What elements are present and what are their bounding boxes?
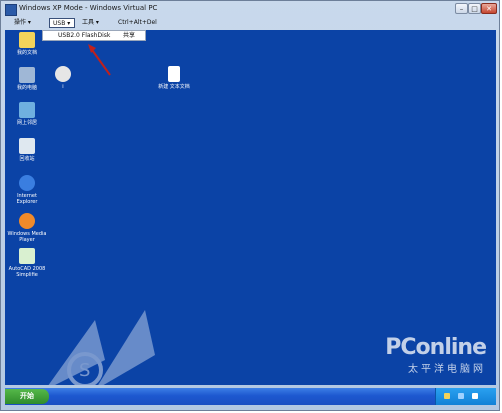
app-icon — [5, 4, 17, 16]
brand-line1: PConline — [385, 335, 487, 360]
menu-tools-label: 工具 — [82, 19, 95, 26]
desktop: 我的文档 我的电脑 网上邻居 回收站 Internet Explorer Win… — [5, 30, 496, 385]
icon-label: 网上邻居 — [16, 120, 37, 126]
brand-line2: 太平洋电脑网 — [408, 364, 486, 375]
red-arrow-icon — [88, 44, 111, 76]
usb-menu-flashdisk[interactable]: USB2.0 FlashDisk — [58, 32, 110, 40]
icon-label: Internet Explorer — [16, 193, 38, 205]
desktop-icon-ie[interactable]: Internet Explorer — [7, 175, 47, 205]
desktop-icon-network[interactable]: 网上邻居 — [7, 102, 47, 126]
icon-label: i — [62, 84, 64, 90]
vm-window: Windows XP Mode - Windows Virtual PC – □… — [0, 0, 500, 411]
icon-label: 我的文档 — [16, 50, 37, 56]
tray-icon[interactable] — [472, 393, 478, 399]
maximize-button[interactable]: □ — [468, 3, 481, 14]
taskbar: 开始 — [5, 388, 496, 405]
usb-menu-share[interactable]: 共享 — [123, 32, 135, 40]
icon-label: 新建 文本文档 — [158, 84, 190, 90]
title-bar: Windows XP Mode - Windows Virtual PC – □… — [1, 1, 499, 17]
minimize-button[interactable]: – — [455, 3, 468, 14]
tray-icon[interactable] — [444, 393, 450, 399]
network-icon — [19, 102, 35, 118]
desktop-icon-my-computer[interactable]: 我的电脑 — [7, 67, 47, 91]
icon-label: 我的电脑 — [16, 85, 37, 91]
desktop-icon-wmp[interactable]: Windows Media Player — [7, 213, 47, 243]
desktop-icon-recycle-bin[interactable]: 回收站 — [7, 138, 47, 162]
start-label: 开始 — [20, 392, 34, 400]
desktop-icon-autocad[interactable]: AutoCAD 2008 Simplifie — [7, 248, 47, 278]
brand-watermark: PConline 太平洋电脑网 — [385, 335, 487, 375]
menu-tools[interactable]: 工具 ▾ — [79, 18, 102, 28]
usb-dropdown-menu: USB2.0 FlashDisk 共享 — [42, 30, 146, 41]
menu-action[interactable]: 操作 ▾ — [11, 18, 34, 28]
watermark-logo-icon: S — [48, 310, 155, 385]
menu-usb-label: USB — [53, 20, 66, 27]
system-tray — [435, 388, 496, 405]
menu-action-label: 操作 — [14, 19, 27, 26]
menu-bar: 操作 ▾ USB ▾ 工具 ▾ Ctrl+Alt+Del — [5, 17, 497, 29]
desktop-icon-new-text[interactable]: 新建 文本文档 — [154, 66, 194, 90]
disc-icon — [55, 66, 71, 82]
icon-label: 回收站 — [19, 156, 35, 162]
tray-icon[interactable] — [458, 393, 464, 399]
desktop-icon-disc[interactable]: i — [43, 66, 83, 90]
computer-icon — [19, 67, 35, 83]
text-file-icon — [168, 66, 180, 82]
internet-explorer-icon — [19, 175, 35, 191]
start-button[interactable]: 开始 — [5, 389, 49, 404]
icon-label: Windows Media Player — [7, 231, 47, 243]
menu-ctrl-alt-del[interactable]: Ctrl+Alt+Del — [115, 18, 160, 28]
icon-label: AutoCAD 2008 Simplifie — [8, 266, 46, 278]
recycle-bin-icon — [19, 138, 35, 154]
menu-usb[interactable]: USB ▾ — [49, 18, 75, 28]
window-title: Windows XP Mode - Windows Virtual PC — [19, 4, 158, 12]
autocad-icon — [19, 248, 35, 264]
media-player-icon — [19, 213, 35, 229]
folder-icon — [19, 32, 35, 48]
desktop-icon-my-documents[interactable]: 我的文档 — [7, 32, 47, 56]
svg-text:S: S — [79, 360, 90, 381]
close-button[interactable]: ✕ — [481, 3, 497, 14]
